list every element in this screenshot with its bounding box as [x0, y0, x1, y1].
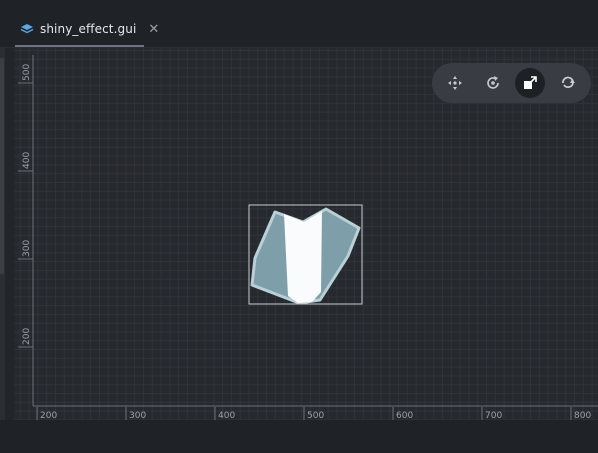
y-ruler-label: 500: [22, 64, 32, 81]
y-ruler-label: 400: [22, 152, 32, 169]
bottom-bar: [0, 420, 598, 453]
shiny-effect-node[interactable]: [248, 204, 363, 305]
y-ruler-label: 300: [22, 240, 32, 257]
move-icon: [447, 76, 462, 90]
scale-tool-button[interactable]: [515, 68, 546, 98]
y-ruler-label: 200: [22, 328, 32, 345]
move-tool-button[interactable]: [440, 68, 470, 98]
rotate-icon: [486, 76, 499, 89]
rotate-tool-button[interactable]: [478, 68, 508, 98]
reset-icon: [562, 76, 576, 88]
scale-icon: [524, 76, 538, 89]
x-ruler-ticks: 200 300 400 500 600 700 800: [36, 407, 591, 421]
reset-tool-button[interactable]: [553, 68, 583, 98]
shine-highlight: [284, 211, 322, 303]
transform-toolbar: [432, 63, 591, 103]
y-ruler-ticks: 500 400 300 200: [18, 64, 33, 348]
